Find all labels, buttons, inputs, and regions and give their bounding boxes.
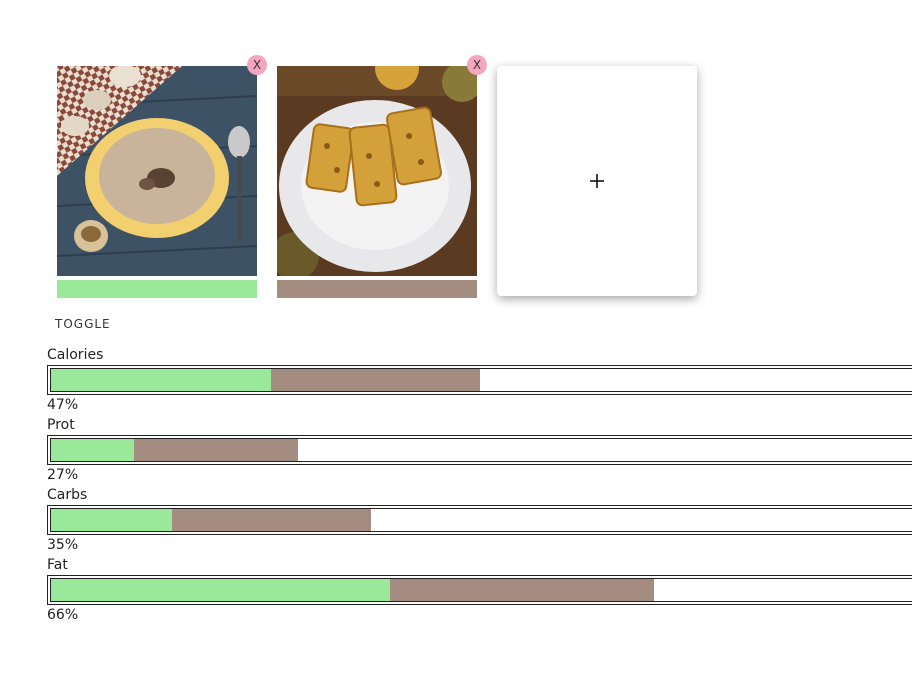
food-card-soup: X (57, 55, 267, 298)
metric-carbs: Carbs 35% (47, 486, 912, 554)
metric-percent: 27% (47, 467, 79, 483)
progress-segment-b (389, 579, 655, 601)
remove-card-button[interactable]: X (467, 55, 487, 75)
crepes-image (277, 66, 477, 276)
progress-bar (47, 575, 912, 605)
soup-image (57, 66, 257, 276)
plus-icon (590, 174, 604, 188)
metric-calories: Calories 47% (47, 346, 912, 414)
card-color-bar (277, 280, 477, 298)
progress-segment-a (51, 439, 134, 461)
progress-segment-a (51, 509, 172, 531)
progress-bar (47, 365, 912, 395)
toggle-button[interactable]: TOGGLE (55, 317, 111, 331)
metric-percent: 35% (47, 537, 79, 553)
metric-protein: Prot 27% (47, 416, 912, 484)
progress-segment-a (51, 579, 390, 601)
progress-segment-b (171, 509, 371, 531)
card-color-bar (57, 280, 257, 298)
metric-label: Carbs (47, 487, 88, 503)
remove-card-button[interactable]: X (247, 55, 267, 75)
metric-percent: 47% (47, 397, 79, 413)
add-food-button[interactable] (497, 66, 697, 296)
progress-segment-b (270, 369, 481, 391)
progress-bar (47, 435, 912, 465)
metric-label: Calories (47, 347, 104, 363)
progress-segment-b (133, 439, 298, 461)
metric-label: Fat (47, 557, 68, 573)
metric-fat: Fat 66% (47, 556, 912, 624)
metric-percent: 66% (47, 607, 79, 623)
progress-segment-a (51, 369, 271, 391)
progress-bar (47, 505, 912, 535)
food-card-crepes: X (277, 55, 487, 298)
metric-label: Prot (47, 417, 75, 433)
